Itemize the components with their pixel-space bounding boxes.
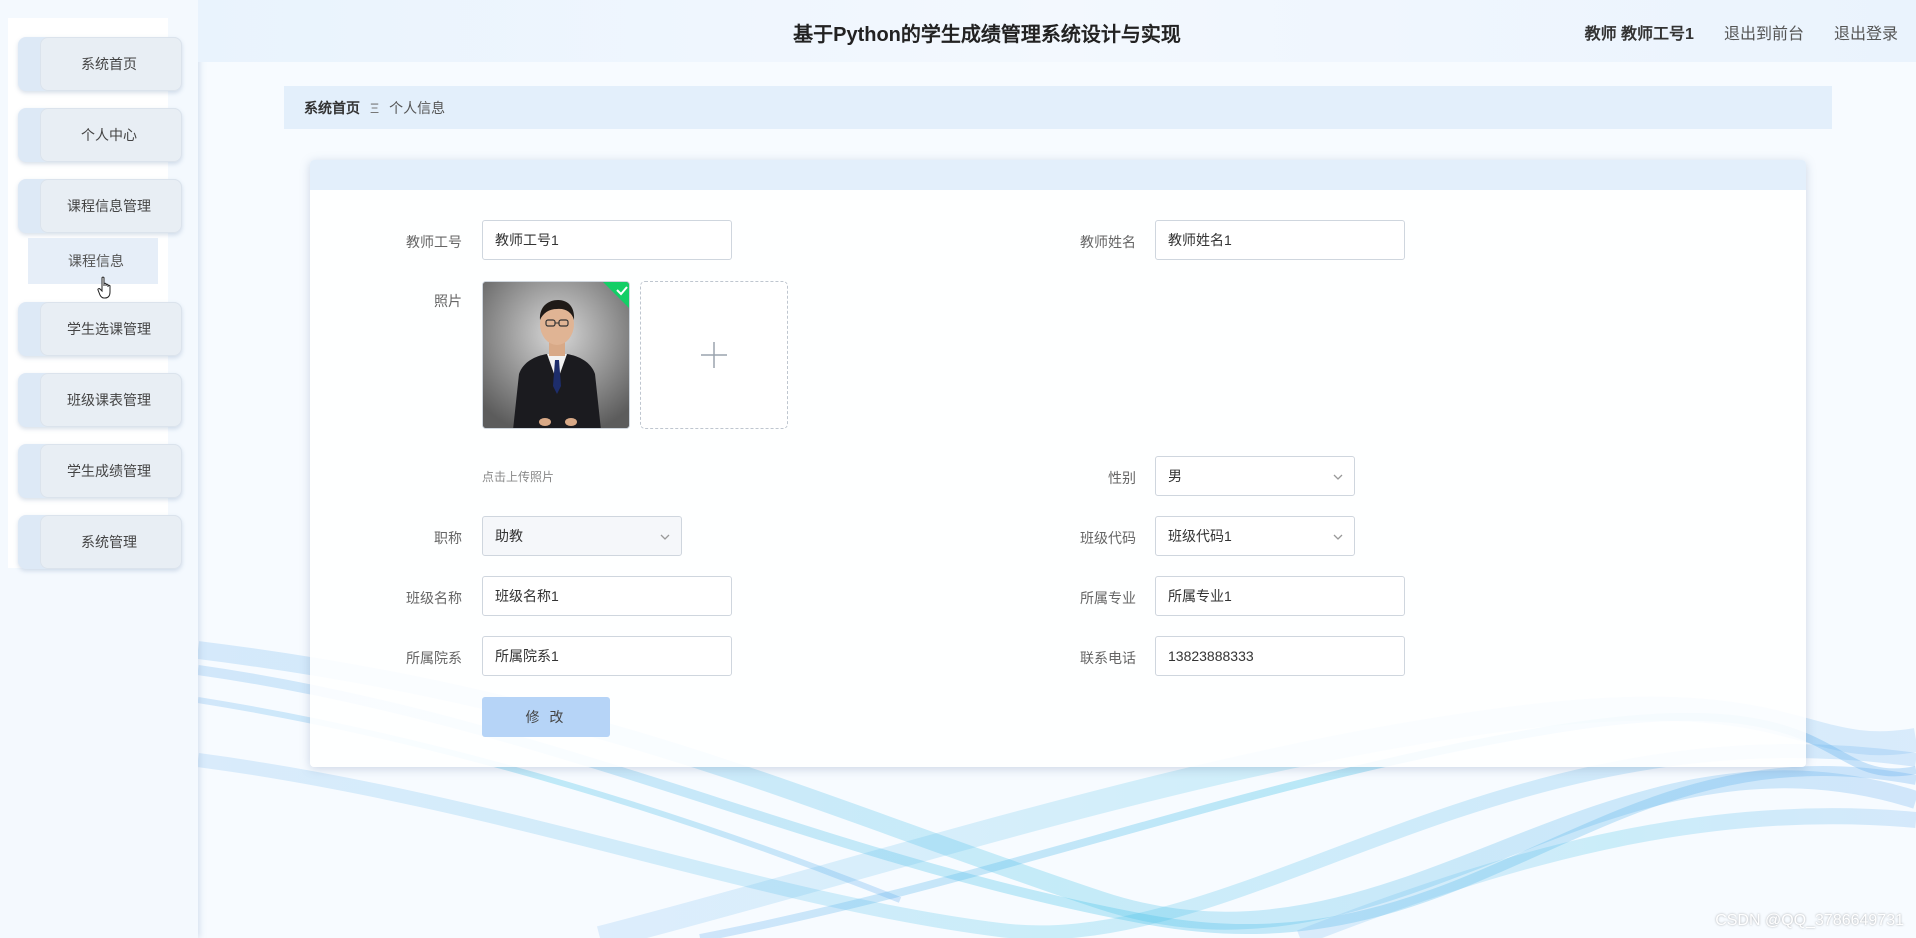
class-code-select[interactable]: 班级代码1 [1155,516,1355,556]
teacher-id-field[interactable]: 教师工号1 [482,220,732,260]
class-code-value: 班级代码1 [1168,528,1232,544]
job-title-select[interactable]: 助教 [482,516,682,556]
chevron-down-icon [1333,534,1343,540]
department-field[interactable]: 所属院系1 [482,636,732,676]
class-name-value: 班级名称1 [495,588,559,604]
sidebar-item-label: 学生成绩管理 [67,463,151,479]
teacher-photo-image [483,282,629,428]
card-header-bar [310,160,1806,190]
class-name-label: 班级名称 [406,590,462,606]
sidebar-item-course-info-management[interactable]: 课程信息管理 [18,179,182,233]
phone-value: 13823888333 [1168,648,1254,664]
photo-label: 照片 [434,293,462,309]
phone-field[interactable]: 13823888333 [1155,636,1405,676]
modify-button[interactable]: 修 改 [482,697,610,737]
sidebar-item-system-management[interactable]: 系统管理 [18,515,182,569]
major-label: 所属专业 [1080,590,1136,606]
teacher-id-label: 教师工号 [406,234,462,250]
department-label: 所属院系 [406,650,462,666]
sidebar-item-label: 课程信息管理 [67,198,151,214]
breadcrumb-separator: Ξ [370,99,380,116]
plus-icon [701,342,727,368]
major-value: 所属专业1 [1168,588,1232,604]
sidebar-item-home[interactable]: 系统首页 [18,37,182,91]
sidebar-item-course-selection-management[interactable]: 学生选课管理 [18,302,182,356]
logout-link[interactable]: 退出登录 [1834,20,1898,44]
teacher-name-field[interactable]: 教师姓名1 [1155,220,1405,260]
sidebar-item-label: 系统管理 [81,534,137,550]
job-title-label: 职称 [434,530,462,546]
top-header: 基于Python的学生成绩管理系统设计与实现 教师 教师工号1 退出到前台 退出… [198,0,1916,62]
teacher-id-value: 教师工号1 [495,232,559,248]
sidebar-item-personal-center[interactable]: 个人中心 [18,108,182,162]
sidebar-item-class-schedule-management[interactable]: 班级课表管理 [18,373,182,427]
chevron-down-icon [660,534,670,540]
watermark: CSDN @QQ_3786649731 [1715,912,1904,929]
sidebar-item-label: 学生选课管理 [67,321,151,337]
breadcrumb: 系统首页 Ξ 个人信息 [284,86,1832,129]
phone-label: 联系电话 [1080,650,1136,666]
hand-pointer-cursor-icon [97,276,111,299]
exit-to-frontend-link[interactable]: 退出到前台 [1724,20,1804,44]
profile-form-card: 教师工号 教师工号1 教师姓名 教师姓名1 照片 点击上传照片 性别 男 职称 … [310,160,1806,767]
teacher-name-value: 教师姓名1 [1168,232,1232,248]
gender-select[interactable]: 男 [1155,456,1355,496]
gender-value: 男 [1168,468,1182,484]
gender-label: 性别 [1108,470,1136,486]
class-code-label: 班级代码 [1080,530,1136,546]
department-value: 所属院系1 [495,648,559,664]
job-title-value: 助教 [495,528,523,544]
submenu-item-label: 课程信息 [68,253,124,269]
teacher-photo[interactable] [482,281,630,429]
submenu-item-course-info[interactable]: 课程信息 [28,238,158,284]
class-name-field[interactable]: 班级名称1 [482,576,732,616]
sidebar-item-label: 班级课表管理 [67,392,151,408]
upload-photo-hint: 点击上传照片 [482,470,555,484]
upload-photo-button[interactable] [640,281,788,429]
chevron-down-icon [1333,474,1343,480]
sidebar-item-label: 系统首页 [81,56,137,72]
current-user-label: 教师 教师工号1 [1584,26,1694,43]
sidebar-item-grade-management[interactable]: 学生成绩管理 [18,444,182,498]
teacher-name-label: 教师姓名 [1080,234,1136,250]
sidebar-item-label: 个人中心 [81,127,137,143]
breadcrumb-home[interactable]: 系统首页 [304,98,360,118]
major-field[interactable]: 所属专业1 [1155,576,1405,616]
breadcrumb-current: 个人信息 [389,99,446,116]
sidebar: 系统首页 个人中心 课程信息管理 课程信息 学生选课管理 班级课表管理 学生成绩… [0,0,198,938]
